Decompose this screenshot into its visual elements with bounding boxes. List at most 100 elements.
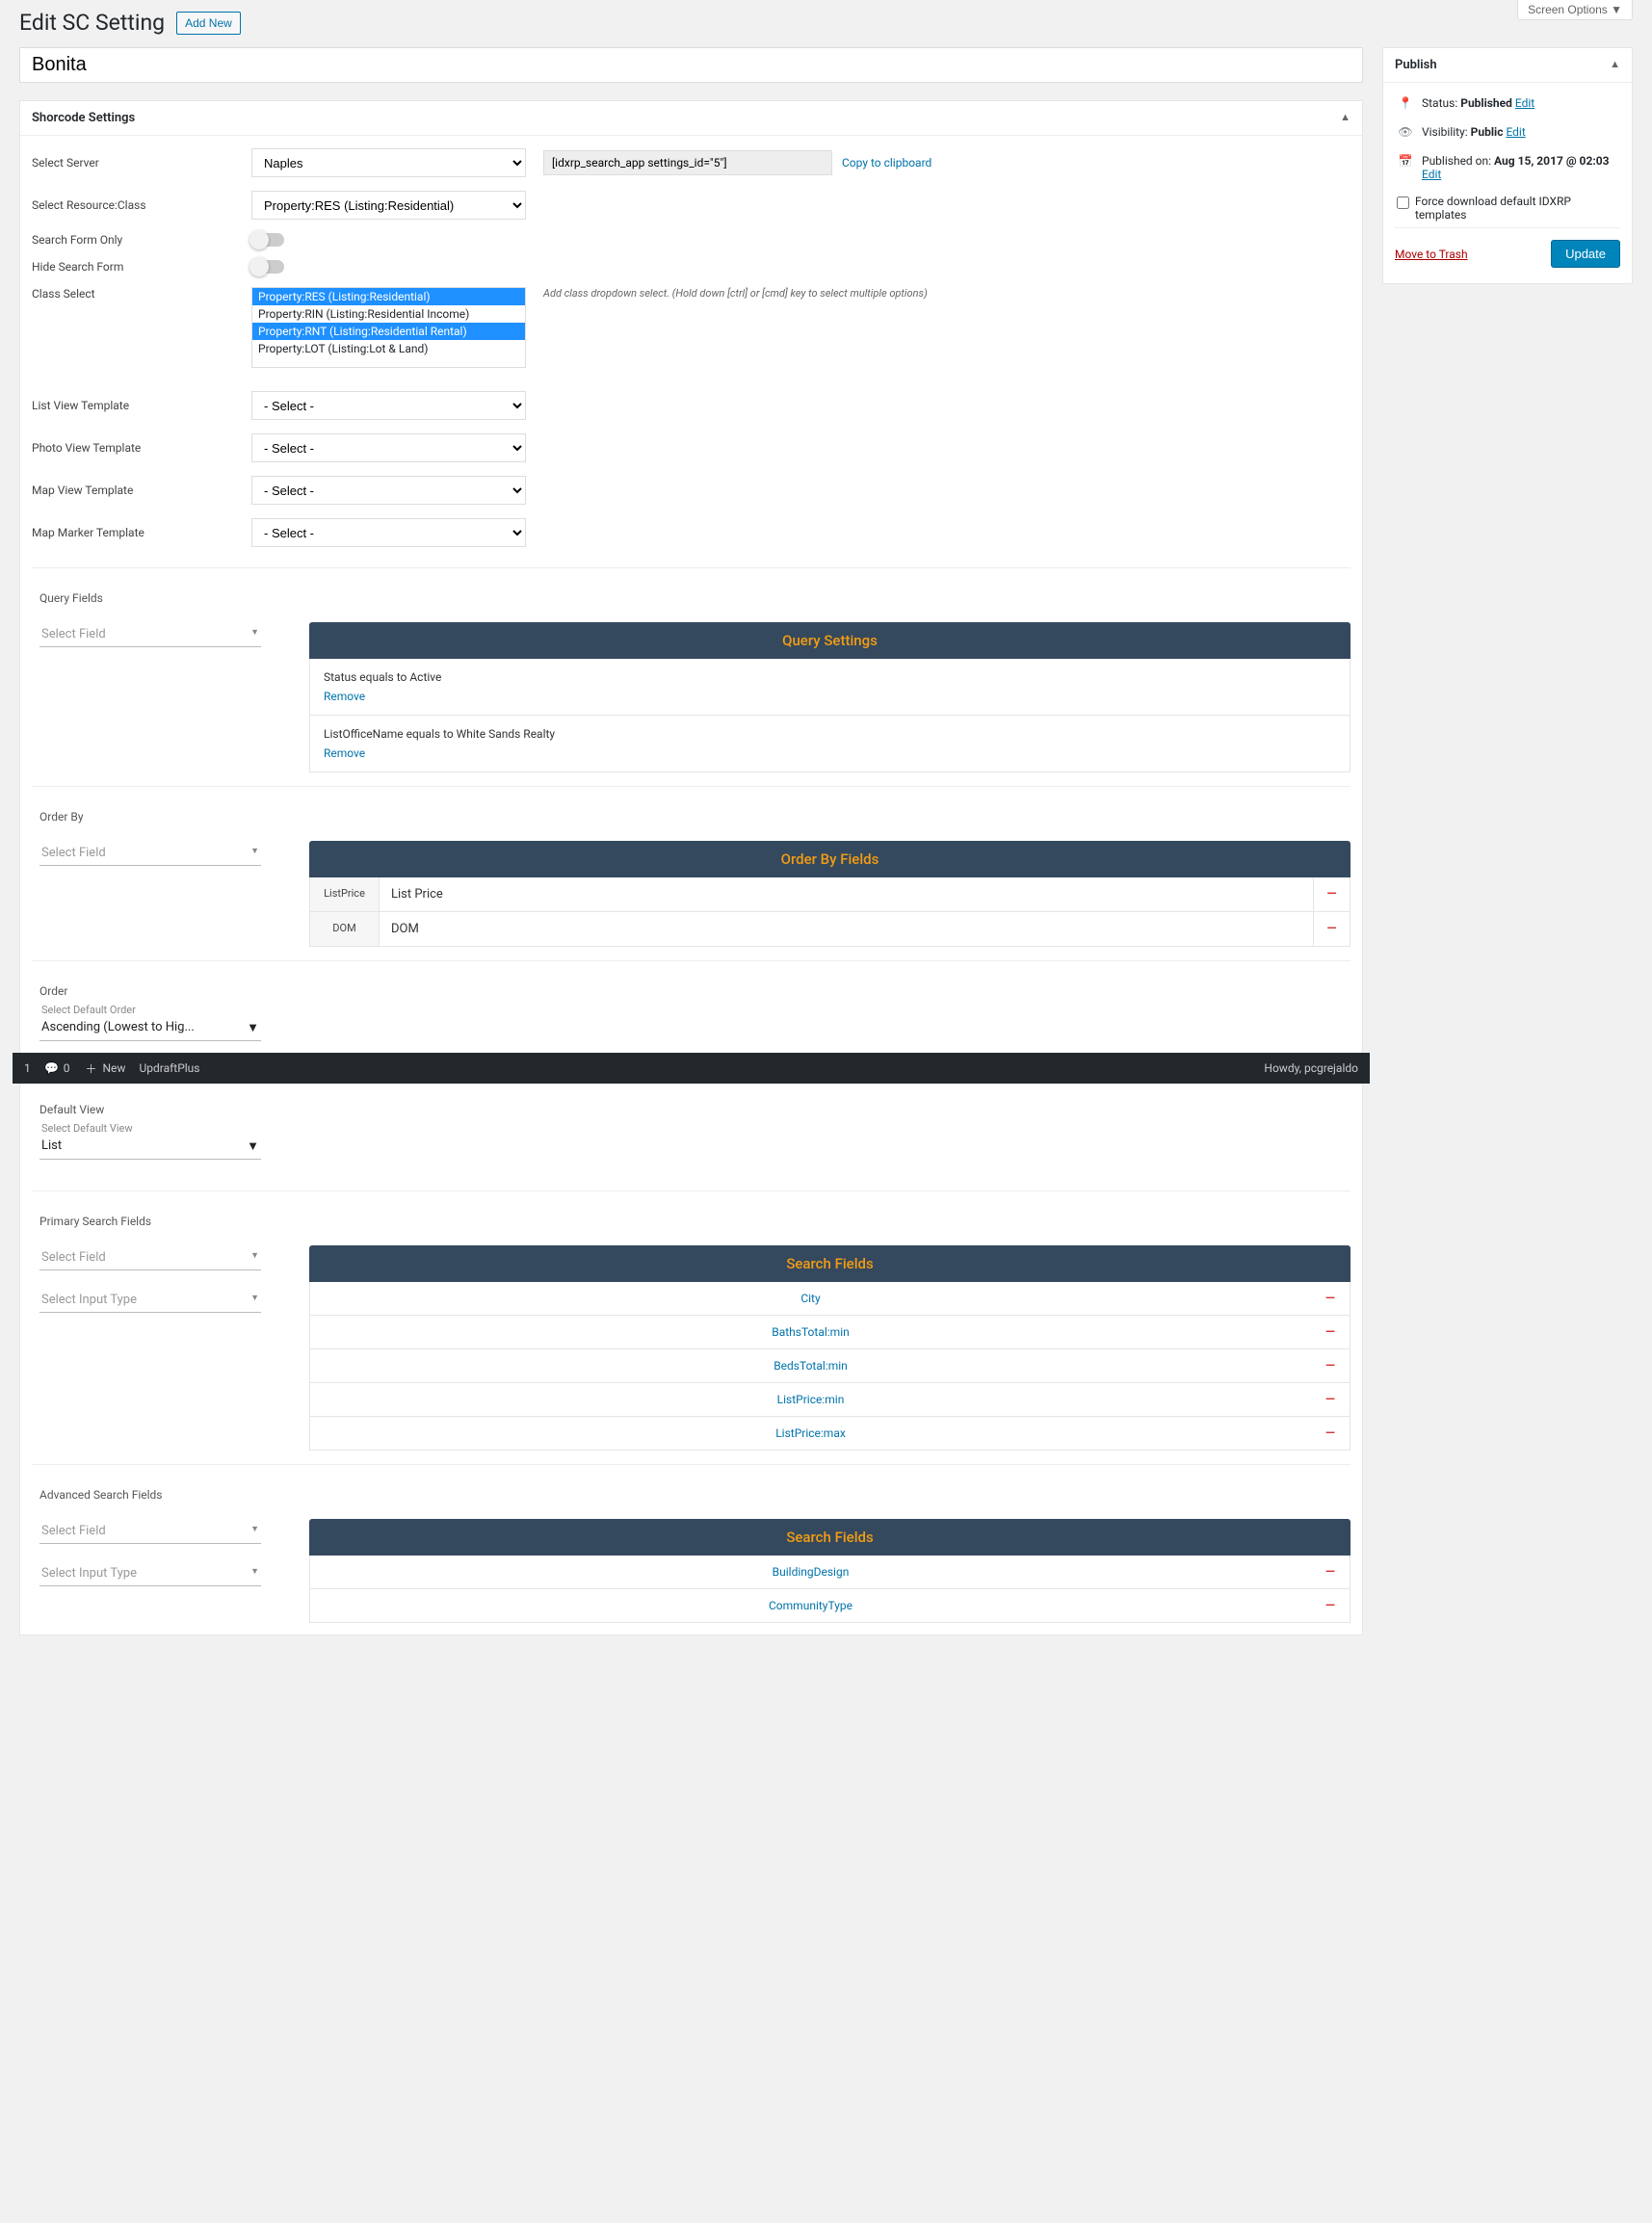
post-title-input[interactable]: [19, 47, 1363, 83]
resource-class-label: Select Resource:Class: [32, 198, 234, 212]
chevron-down-icon: ▼: [250, 846, 259, 860]
search-field-link[interactable]: CommunityType: [310, 1589, 1311, 1622]
remove-search-field-button[interactable]: —: [1311, 1589, 1350, 1622]
hide-search-form-label: Hide Search Form: [32, 260, 234, 274]
search-field-row: City —: [309, 1282, 1350, 1316]
admin-bar-account[interactable]: Howdy, pcgrejaldo: [1264, 1061, 1358, 1075]
shortcode-display[interactable]: [543, 150, 832, 175]
remove-search-field-button[interactable]: —: [1311, 1282, 1350, 1315]
class-option[interactable]: Property:LOT (Listing:Lot & Land): [252, 340, 525, 357]
search-field-link[interactable]: ListPrice:max: [310, 1417, 1311, 1450]
metabox-toggle-icon[interactable]: ▲: [1340, 111, 1350, 125]
admin-bar: 1 💬 0 ＋ New UpdraftPlus Howdy, pcgre: [13, 1053, 1370, 1084]
order-by-banner: Order By Fields: [309, 841, 1350, 877]
chevron-down-icon: ▼: [250, 1293, 259, 1307]
edit-visibility-link[interactable]: Edit: [1506, 125, 1525, 139]
primary-search-banner: Search Fields: [309, 1245, 1350, 1282]
primary-search-header: Primary Search Fields: [32, 1205, 1350, 1245]
remove-order-button[interactable]: —: [1313, 912, 1350, 946]
remove-search-field-button[interactable]: —: [1311, 1556, 1350, 1588]
admin-bar-comments[interactable]: 💬 0: [44, 1060, 70, 1076]
default-view-select[interactable]: List ▼: [39, 1135, 261, 1160]
move-to-trash-link[interactable]: Move to Trash: [1395, 248, 1468, 261]
query-item: Status equals to Active Remove: [309, 659, 1350, 716]
remove-search-field-button[interactable]: —: [1311, 1349, 1350, 1382]
publish-date: Published on: Aug 15, 2017 @ 02:03 Edit: [1422, 154, 1618, 181]
hide-search-form-toggle[interactable]: [251, 260, 284, 274]
publish-status: Status: Published Edit: [1422, 96, 1534, 110]
add-new-button[interactable]: Add New: [176, 12, 241, 35]
publish-box-title: Publish: [1395, 58, 1437, 72]
search-field-row: ListPrice:max —: [309, 1417, 1350, 1451]
advanced-select-field[interactable]: Select Field ▼: [39, 1519, 261, 1544]
chevron-down-icon: ▼: [250, 627, 259, 641]
force-download-checkbox[interactable]: [1397, 196, 1409, 209]
screen-options-button[interactable]: Screen Options ▼: [1517, 0, 1633, 20]
search-field-link[interactable]: BuildingDesign: [310, 1556, 1311, 1588]
photo-view-template-label: Photo View Template: [32, 441, 234, 455]
search-field-link[interactable]: City: [310, 1282, 1311, 1315]
remove-query-link[interactable]: Remove: [324, 746, 365, 760]
map-marker-template-label: Map Marker Template: [32, 526, 234, 539]
calendar-icon: 📅: [1397, 154, 1414, 168]
class-option[interactable]: Property:RIN (Listing:Residential Income…: [252, 305, 525, 323]
search-form-only-toggle[interactable]: [251, 233, 284, 247]
order-by-header: Order By: [32, 800, 1350, 841]
select-server-dropdown[interactable]: Naples: [251, 148, 526, 177]
chevron-down-icon: ▼: [247, 1020, 259, 1035]
pin-icon: 📍: [1397, 96, 1414, 110]
map-view-template-dropdown[interactable]: - Select -: [251, 476, 526, 505]
default-view-sub-label: Select Default View: [39, 1122, 1350, 1135]
remove-search-field-button[interactable]: —: [1311, 1316, 1350, 1348]
list-view-template-dropdown[interactable]: - Select -: [251, 391, 526, 420]
search-field-link[interactable]: BathsTotal:min: [310, 1316, 1311, 1348]
class-select-multi[interactable]: Property:RES (Listing:Residential) Prope…: [251, 287, 526, 368]
admin-bar-updraft[interactable]: UpdraftPlus: [139, 1061, 199, 1075]
edit-date-link[interactable]: Edit: [1422, 168, 1441, 181]
advanced-search-header: Advanced Search Fields: [32, 1478, 1350, 1519]
admin-bar-new[interactable]: ＋ New: [84, 1060, 126, 1076]
advanced-select-input-type[interactable]: Select Input Type ▼: [39, 1561, 261, 1586]
search-field-link[interactable]: ListPrice:min: [310, 1383, 1311, 1416]
class-option[interactable]: Property:RNT (Listing:Residential Rental…: [252, 323, 525, 340]
order-sub-label: Select Default Order: [39, 1004, 1350, 1016]
search-form-only-label: Search Form Only: [32, 233, 234, 247]
search-field-row: BathsTotal:min —: [309, 1316, 1350, 1349]
search-field-row: BedsTotal:min —: [309, 1349, 1350, 1383]
force-download-label: Force download default IDXRP templates: [1415, 195, 1618, 222]
chevron-down-icon: ▼: [250, 1524, 259, 1538]
remove-search-field-button[interactable]: —: [1311, 1417, 1350, 1450]
order-row: ListPrice List Price —: [309, 877, 1350, 912]
order-select[interactable]: Ascending (Lowest to Hig... ▼: [39, 1016, 261, 1041]
query-fields-header: Query Fields: [32, 582, 1350, 622]
eye-icon: 👁: [1397, 125, 1414, 139]
photo-view-template-dropdown[interactable]: - Select -: [251, 433, 526, 462]
search-field-row: CommunityType —: [309, 1589, 1350, 1623]
resource-class-dropdown[interactable]: Property:RES (Listing:Residential): [251, 191, 526, 220]
primary-select-field[interactable]: Select Field ▼: [39, 1245, 261, 1270]
edit-status-link[interactable]: Edit: [1515, 96, 1534, 110]
publish-visibility: Visibility: Public Edit: [1422, 125, 1526, 139]
admin-bar-updates[interactable]: 1: [24, 1061, 31, 1075]
remove-search-field-button[interactable]: —: [1311, 1383, 1350, 1416]
primary-select-input-type[interactable]: Select Input Type ▼: [39, 1288, 261, 1313]
remove-query-link[interactable]: Remove: [324, 690, 365, 703]
list-view-template-label: List View Template: [32, 399, 234, 412]
map-view-template-label: Map View Template: [32, 484, 234, 497]
query-item: ListOfficeName equals to White Sands Rea…: [309, 716, 1350, 772]
search-field-row: ListPrice:min —: [309, 1383, 1350, 1417]
plus-icon: ＋: [84, 1060, 99, 1076]
copy-to-clipboard-link[interactable]: Copy to clipboard: [842, 156, 931, 170]
publish-toggle-icon[interactable]: ▲: [1610, 58, 1620, 72]
class-select-label: Class Select: [32, 287, 234, 301]
remove-order-button[interactable]: —: [1313, 877, 1350, 911]
class-option[interactable]: Property:RES (Listing:Residential): [252, 288, 525, 305]
comment-icon: 💬: [44, 1060, 60, 1076]
orderby-select-field[interactable]: Select Field ▼: [39, 841, 261, 866]
chevron-down-icon: ▼: [247, 1138, 259, 1154]
class-select-hint: Add class dropdown select. (Hold down [c…: [543, 287, 1350, 300]
map-marker-template-dropdown[interactable]: - Select -: [251, 518, 526, 547]
search-field-link[interactable]: BedsTotal:min: [310, 1349, 1311, 1382]
query-select-field[interactable]: Select Field ▼: [39, 622, 261, 647]
update-button[interactable]: Update: [1551, 240, 1620, 268]
